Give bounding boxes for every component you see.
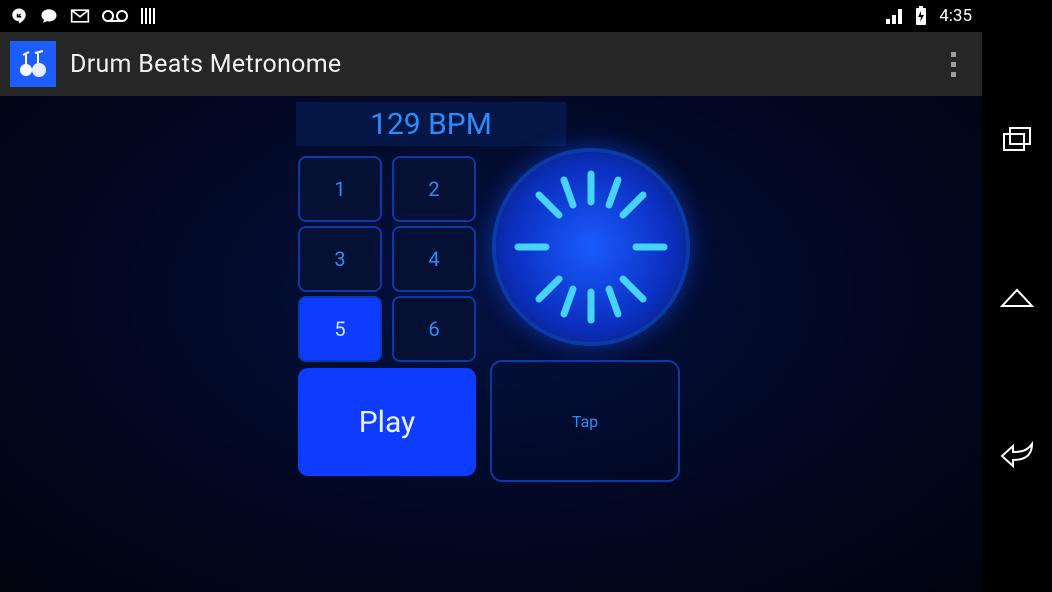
bpm-display: 129 BPM	[296, 102, 566, 146]
tempo-dial[interactable]	[496, 152, 686, 342]
recents-button[interactable]	[998, 124, 1036, 154]
beat-pad-2[interactable]: 2	[392, 156, 476, 222]
clock-text: 4:35	[939, 6, 972, 26]
app-title: Drum Beats Metronome	[70, 50, 342, 79]
overflow-menu-button[interactable]	[938, 32, 968, 96]
beat-pad-6[interactable]: 6	[392, 296, 476, 362]
app-icon	[10, 41, 56, 87]
barcode-icon	[140, 7, 158, 25]
beat-pad-5[interactable]: 5	[298, 296, 382, 362]
voicemail-icon	[102, 9, 128, 23]
app-title-bar: Drum Beats Metronome	[0, 32, 982, 96]
tap-button[interactable]: Tap	[490, 360, 680, 482]
play-button[interactable]: Play	[298, 368, 476, 476]
hangouts-icon	[10, 7, 28, 25]
home-button[interactable]	[998, 281, 1036, 311]
signal-icon	[885, 7, 903, 25]
mail-icon	[70, 8, 90, 24]
back-button[interactable]	[998, 438, 1036, 468]
battery-charging-icon	[915, 6, 927, 26]
beat-pad-1[interactable]: 1	[298, 156, 382, 222]
app-body: 129 BPM 1 2 3 4 5 6	[0, 96, 982, 592]
status-bar: 4:35	[0, 0, 982, 32]
android-nav-bar	[982, 0, 1052, 592]
chat-icon	[40, 7, 58, 25]
beat-pad-3[interactable]: 3	[298, 226, 382, 292]
beat-pad-4[interactable]: 4	[392, 226, 476, 292]
